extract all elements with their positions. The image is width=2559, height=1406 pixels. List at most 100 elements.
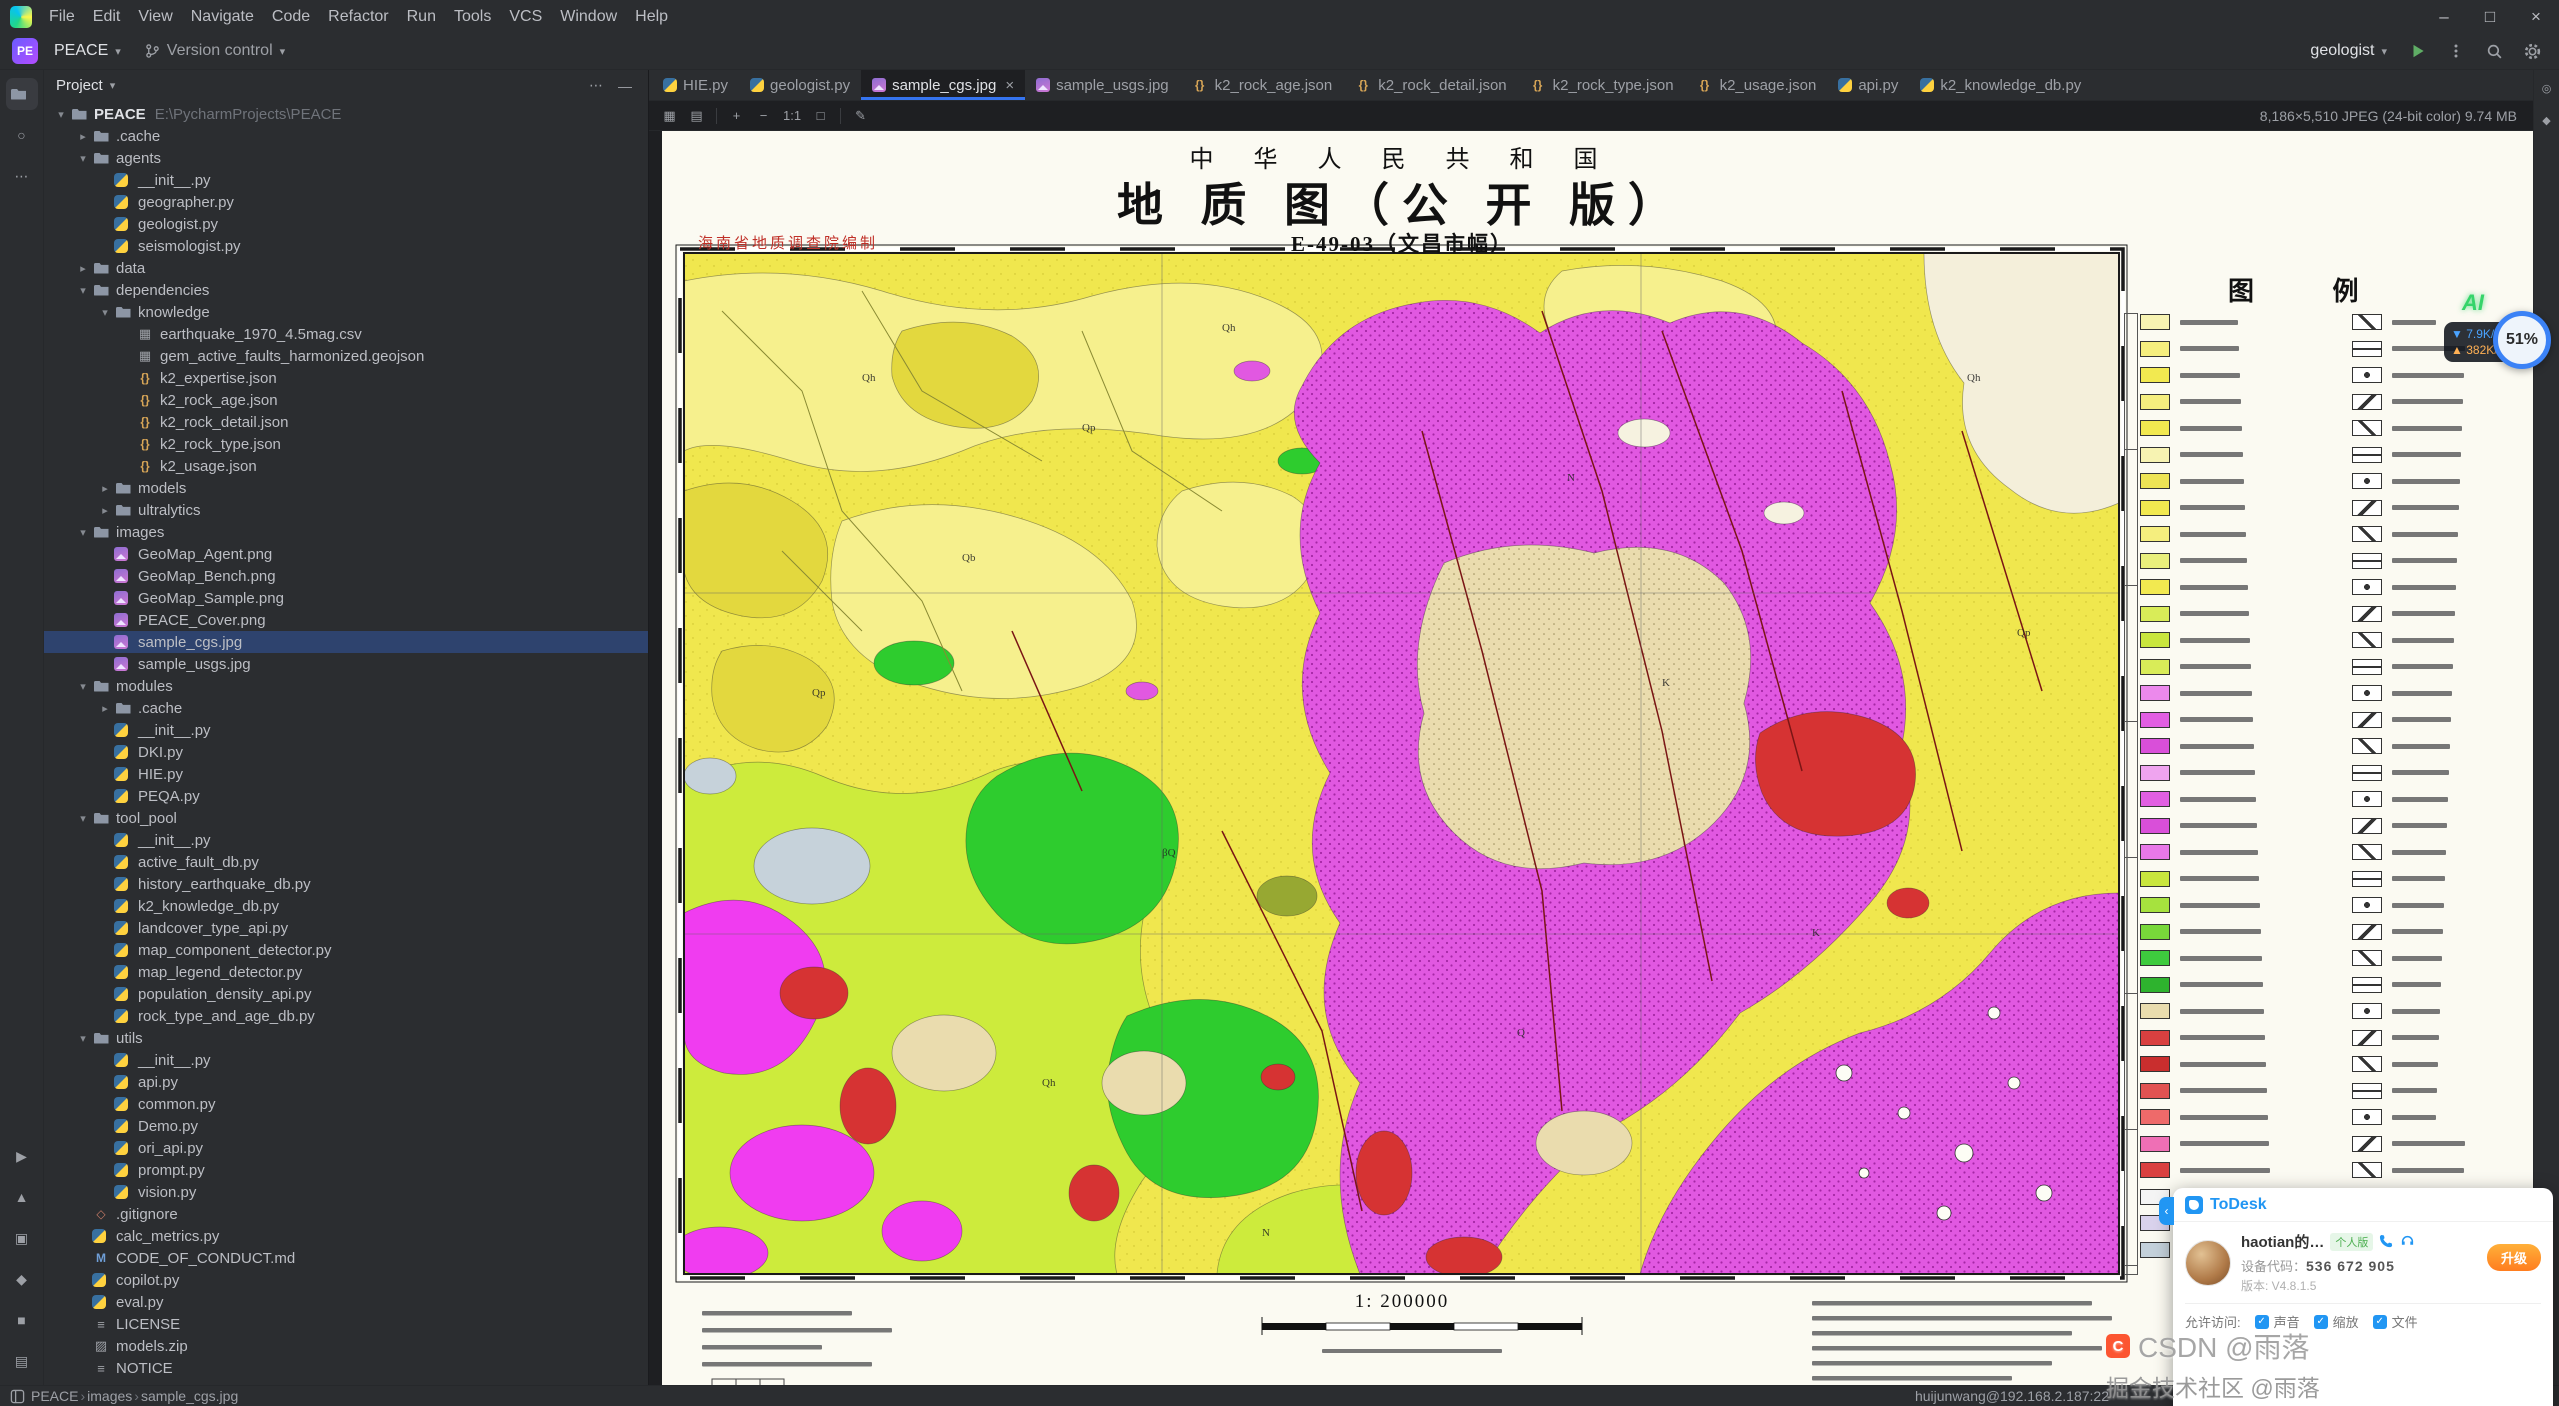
hide-panel-icon[interactable]: — <box>614 78 636 94</box>
edit-external-icon[interactable]: ✎ <box>848 104 873 128</box>
chevron-open-icon[interactable]: ▾ <box>74 812 92 825</box>
checkbox-icon[interactable]: ✓ <box>2314 1315 2328 1329</box>
performance-gauge[interactable]: 51% <box>2493 311 2551 369</box>
remote-host[interactable]: huijunwang@192.168.2.187:22 <box>1915 1388 2109 1404</box>
commit-tool-icon[interactable]: ○ <box>6 119 38 151</box>
todesk-collapse-handle[interactable]: ‹ <box>2159 1197 2174 1225</box>
tree-item-dependencies[interactable]: ▾dependencies <box>44 279 648 301</box>
headset-icon[interactable] <box>2400 1234 2415 1249</box>
tree-item-LICENSE[interactable]: ≡LICENSE <box>44 1313 648 1335</box>
tree-item-GeoMap_Bench.png[interactable]: GeoMap_Bench.png <box>44 565 648 587</box>
chevron-closed-icon[interactable]: ▸ <box>96 702 114 715</box>
tree-item-active_fault_db.py[interactable]: active_fault_db.py <box>44 851 648 873</box>
tree-item-__init__.py[interactable]: __init__.py <box>44 719 648 741</box>
run-config-widget[interactable]: geologist ▾ <box>2302 38 2395 64</box>
breadcrumb-item[interactable]: images <box>87 1388 132 1404</box>
tree-item-earthquake_1970_4.5mag.csv[interactable]: ▦earthquake_1970_4.5mag.csv <box>44 323 648 345</box>
tree-item-k2_expertise.json[interactable]: {}k2_expertise.json <box>44 367 648 389</box>
chevron-closed-icon[interactable]: ▸ <box>96 482 114 495</box>
run-tool-icon[interactable]: ▶ <box>6 1140 38 1172</box>
project-avatar[interactable]: PE <box>12 38 38 64</box>
more-tools-icon[interactable]: ⋯ <box>6 160 38 192</box>
chevron-closed-icon[interactable]: ▸ <box>74 262 92 275</box>
tree-item-knowledge[interactable]: ▾knowledge <box>44 301 648 323</box>
chevron-open-icon[interactable]: ▾ <box>74 680 92 693</box>
menu-window[interactable]: Window <box>551 0 626 33</box>
run-button[interactable] <box>2403 36 2433 66</box>
grid-icon[interactable]: ▤ <box>684 104 709 128</box>
notifications-icon[interactable]: ◎ <box>2537 78 2557 98</box>
packages-tool-icon[interactable]: ▤ <box>6 1345 38 1377</box>
menu-view[interactable]: View <box>129 0 181 33</box>
tree-item-HIE.py[interactable]: HIE.py <box>44 763 648 785</box>
tree-item-prompt.py[interactable]: prompt.py <box>44 1159 648 1181</box>
project-widget[interactable]: PEACE ▾ <box>46 38 129 64</box>
close-icon[interactable]: × <box>1005 77 1014 94</box>
tab-geologist.py[interactable]: geologist.py <box>739 70 861 100</box>
tree-item-Demo.py[interactable]: Demo.py <box>44 1115 648 1137</box>
tree-item-tool_pool[interactable]: ▾tool_pool <box>44 807 648 829</box>
tab-k2_rock_type.json[interactable]: {}k2_rock_type.json <box>1518 70 1685 100</box>
chevron-open-icon[interactable]: ▾ <box>96 306 114 319</box>
chevron-closed-icon[interactable]: ▸ <box>74 130 92 143</box>
tool-windows-icon[interactable] <box>10 1389 25 1404</box>
tree-item-GeoMap_Agent.png[interactable]: GeoMap_Agent.png <box>44 543 648 565</box>
actual-size-icon[interactable]: 1:1 <box>778 104 806 128</box>
tree-item-utils[interactable]: ▾utils <box>44 1027 648 1049</box>
terminal-tool-icon[interactable]: ▣ <box>6 1222 38 1254</box>
maximize-button[interactable]: □ <box>2467 0 2513 33</box>
tree-item-eval.py[interactable]: eval.py <box>44 1291 648 1313</box>
tree-item-geologist.py[interactable]: geologist.py <box>44 213 648 235</box>
problems-tool-icon[interactable]: ▲ <box>6 1181 38 1213</box>
tree-item-seismologist.py[interactable]: seismologist.py <box>44 235 648 257</box>
tree-item-images[interactable]: ▾images <box>44 521 648 543</box>
chevron-open-icon[interactable]: ▾ <box>74 526 92 539</box>
project-tool-icon[interactable] <box>6 78 38 110</box>
tree-item-geographer.py[interactable]: geographer.py <box>44 191 648 213</box>
tree-item-k2_rock_type.json[interactable]: {}k2_rock_type.json <box>44 433 648 455</box>
tree-item-map_component_detector.py[interactable]: map_component_detector.py <box>44 939 648 961</box>
chevron-open-icon[interactable]: ▾ <box>74 152 92 165</box>
tree-item-.cache[interactable]: ▸.cache <box>44 697 648 719</box>
tree-item-history_earthquake_db.py[interactable]: history_earthquake_db.py <box>44 873 648 895</box>
breadcrumb-item[interactable]: sample_cgs.jpg <box>141 1388 238 1404</box>
tree-item-copilot.py[interactable]: copilot.py <box>44 1269 648 1291</box>
checkerboard-icon[interactable]: ▦ <box>657 104 682 128</box>
menu-navigate[interactable]: Navigate <box>182 0 263 33</box>
tab-HIE.py[interactable]: HIE.py <box>652 70 739 100</box>
ai-overlay-badge[interactable]: AI <box>2462 290 2484 316</box>
permission-缩放[interactable]: ✓缩放 <box>2314 1312 2359 1331</box>
menu-tools[interactable]: Tools <box>445 0 500 33</box>
tree-item-k2_rock_age.json[interactable]: {}k2_rock_age.json <box>44 389 648 411</box>
tree-item-modules[interactable]: ▾modules <box>44 675 648 697</box>
version-control-widget[interactable]: Version control ▾ <box>137 38 293 64</box>
tree-item-agents[interactable]: ▾agents <box>44 147 648 169</box>
tree-item-rock_type_and_age_db.py[interactable]: rock_type_and_age_db.py <box>44 1005 648 1027</box>
tree-item-calc_metrics.py[interactable]: calc_metrics.py <box>44 1225 648 1247</box>
menu-help[interactable]: Help <box>626 0 677 33</box>
tree-item-landcover_type_api.py[interactable]: landcover_type_api.py <box>44 917 648 939</box>
tree-item-k2_rock_detail.json[interactable]: {}k2_rock_detail.json <box>44 411 648 433</box>
tree-item-api.py[interactable]: api.py <box>44 1071 648 1093</box>
tree-item-common.py[interactable]: common.py <box>44 1093 648 1115</box>
minimize-button[interactable]: – <box>2421 0 2467 33</box>
permission-文件[interactable]: ✓文件 <box>2373 1312 2418 1331</box>
tree-item-sample_usgs.jpg[interactable]: sample_usgs.jpg <box>44 653 648 675</box>
project-panel-title[interactable]: Project <box>56 77 103 94</box>
tab-sample_usgs.jpg[interactable]: sample_usgs.jpg <box>1025 70 1180 100</box>
chevron-open-icon[interactable]: ▾ <box>52 108 70 121</box>
menu-file[interactable]: File <box>40 0 84 33</box>
tree-item-__init__.py[interactable]: __init__.py <box>44 169 648 191</box>
menu-edit[interactable]: Edit <box>84 0 130 33</box>
zoom-out-icon[interactable]: − <box>751 104 776 128</box>
tab-sample_cgs.jpg[interactable]: sample_cgs.jpg× <box>861 70 1025 100</box>
tree-item-gem_active_faults_harmonized.geojson[interactable]: ▦gem_active_faults_harmonized.geojson <box>44 345 648 367</box>
chevron-closed-icon[interactable]: ▸ <box>96 504 114 517</box>
tree-item-.cache[interactable]: ▸.cache <box>44 125 648 147</box>
tree-item-DKI.py[interactable]: DKI.py <box>44 741 648 763</box>
close-button[interactable]: × <box>2513 0 2559 33</box>
menu-vcs[interactable]: VCS <box>500 0 551 33</box>
ai-assistant-icon[interactable]: ◆ <box>2537 110 2557 130</box>
tree-item-PEACE_Cover.png[interactable]: PEACE_Cover.png <box>44 609 648 631</box>
settings-button[interactable] <box>2517 36 2547 66</box>
